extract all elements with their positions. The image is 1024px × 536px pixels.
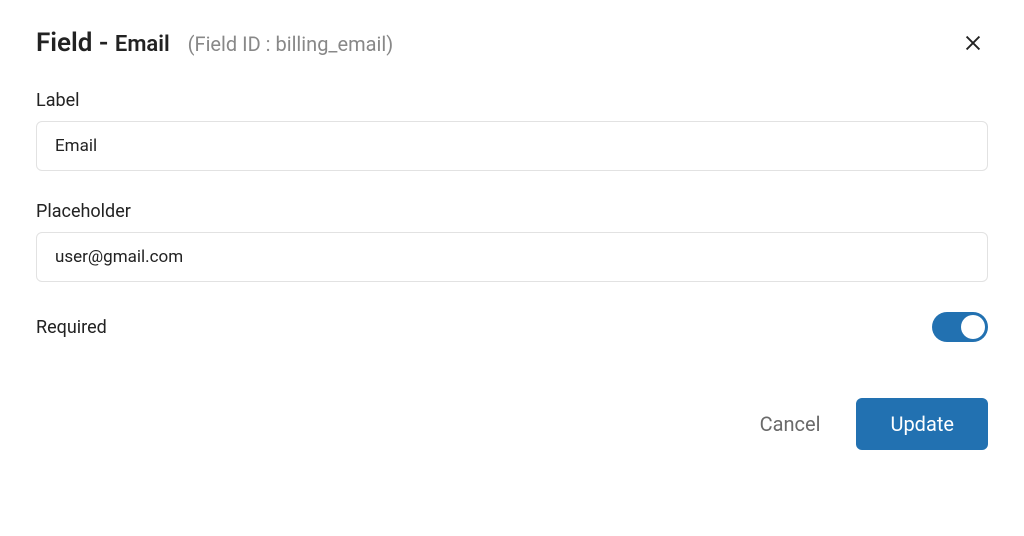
- close-button[interactable]: [958, 28, 988, 58]
- placeholder-input[interactable]: [36, 232, 988, 282]
- label-input[interactable]: [36, 121, 988, 171]
- required-caption: Required: [36, 317, 107, 338]
- required-row: Required: [36, 312, 988, 342]
- toggle-knob: [961, 315, 985, 339]
- field-id-label: (Field ID : billing_email): [188, 32, 394, 56]
- title-prefix: Field - Email: [36, 28, 170, 58]
- label-field-group: Label: [36, 90, 988, 171]
- dialog-title-group: Field - Email (Field ID : billing_email): [36, 28, 393, 58]
- required-toggle[interactable]: [932, 312, 988, 342]
- update-button[interactable]: Update: [856, 398, 988, 450]
- close-icon: [962, 32, 984, 54]
- placeholder-caption: Placeholder: [36, 201, 988, 222]
- dialog-header: Field - Email (Field ID : billing_email): [36, 28, 988, 58]
- label-caption: Label: [36, 90, 988, 111]
- cancel-button[interactable]: Cancel: [752, 400, 829, 448]
- dialog-footer: Cancel Update: [36, 398, 988, 450]
- placeholder-field-group: Placeholder: [36, 201, 988, 282]
